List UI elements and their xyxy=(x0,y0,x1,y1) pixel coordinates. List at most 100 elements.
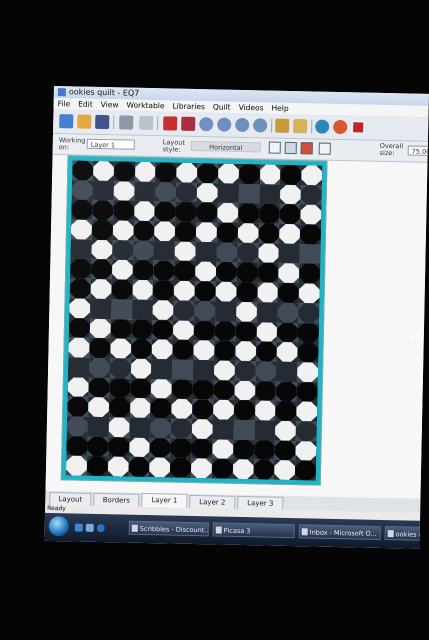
menu-quilt[interactable]: Quilt xyxy=(209,101,235,113)
quilt-block[interactable] xyxy=(216,262,237,282)
quilt-block[interactable] xyxy=(276,381,297,401)
quilt-block[interactable] xyxy=(297,342,318,362)
quilt-block[interactable] xyxy=(255,361,276,381)
quilt-block[interactable] xyxy=(70,279,91,299)
library-icon[interactable] xyxy=(293,119,308,134)
window-switch-icon[interactable] xyxy=(85,523,94,532)
sashing-icon[interactable] xyxy=(318,142,331,155)
quilt-block[interactable] xyxy=(233,420,254,440)
quilt-block[interactable] xyxy=(153,261,174,281)
quilt-block[interactable] xyxy=(238,184,259,204)
quilt-block[interactable] xyxy=(258,243,279,263)
menu-libraries[interactable]: Libraries xyxy=(168,100,209,112)
undo-icon[interactable] xyxy=(139,115,154,131)
quilt-block[interactable] xyxy=(237,223,258,243)
quilt-block[interactable] xyxy=(72,160,93,180)
quilt-block[interactable] xyxy=(109,397,130,417)
quilt-block[interactable] xyxy=(152,320,173,340)
quilt-block[interactable] xyxy=(215,282,236,302)
quilt-block[interactable] xyxy=(301,185,322,205)
quilt-block[interactable] xyxy=(129,418,150,438)
task-picasa[interactable]: Picasa 3 xyxy=(212,522,295,539)
quilt-block[interactable] xyxy=(153,280,174,300)
zoom-in-icon[interactable] xyxy=(199,117,214,132)
grid-icon[interactable] xyxy=(268,141,281,154)
quilt-block[interactable] xyxy=(215,301,236,321)
quilt-block[interactable] xyxy=(214,341,235,361)
quilt-block[interactable] xyxy=(93,161,114,181)
quilt-block[interactable] xyxy=(299,244,320,264)
quilt-block[interactable] xyxy=(235,341,256,361)
task-scribbles[interactable]: Scribbles - Discount... xyxy=(128,520,209,537)
zoom-fit-icon[interactable] xyxy=(235,117,250,133)
quilt-block[interactable] xyxy=(217,183,238,203)
quilt-block[interactable] xyxy=(152,300,173,320)
quilt-block[interactable] xyxy=(212,459,233,479)
fabric-icon[interactable] xyxy=(333,119,348,135)
zoom-out-icon[interactable] xyxy=(217,117,232,132)
quilt-block[interactable] xyxy=(107,457,128,477)
tab-layer-3[interactable]: Layer 3 xyxy=(237,495,284,510)
quilt-block[interactable] xyxy=(239,164,260,184)
quilt-block[interactable] xyxy=(69,298,90,318)
quilt-block[interactable] xyxy=(276,362,297,382)
quilt-block[interactable] xyxy=(216,242,237,262)
quilt-block[interactable] xyxy=(235,321,256,341)
quilt-block[interactable] xyxy=(238,203,259,223)
overall-size-field[interactable]: 75.00 xyxy=(407,145,429,156)
quilt-block[interactable] xyxy=(108,417,129,437)
quilt-block[interactable] xyxy=(195,281,216,301)
quilt-block[interactable] xyxy=(130,398,151,418)
quilt-block[interactable] xyxy=(300,224,321,244)
quilt-block[interactable] xyxy=(111,299,132,319)
quilt-block[interactable] xyxy=(112,240,133,260)
quilt-block[interactable] xyxy=(215,321,236,341)
quilt-block[interactable] xyxy=(67,397,88,417)
quilt-block[interactable] xyxy=(92,181,113,201)
menu-file[interactable]: File xyxy=(54,98,75,109)
quilt-block[interactable] xyxy=(87,417,108,437)
quilt-block[interactable] xyxy=(90,318,111,338)
quilt-block[interactable] xyxy=(274,460,295,480)
quilt-block[interactable] xyxy=(192,419,213,439)
quilt-block[interactable] xyxy=(172,340,193,360)
layout-style-select[interactable]: Horizontal xyxy=(190,140,261,153)
quilt-block[interactable] xyxy=(218,163,239,183)
quilt-block[interactable] xyxy=(254,440,275,460)
quilt-block[interactable] xyxy=(66,436,87,456)
quilt-block[interactable] xyxy=(197,163,218,183)
quilt-block[interactable] xyxy=(213,400,234,420)
quilt-block[interactable] xyxy=(91,240,112,260)
quilt-block[interactable] xyxy=(72,180,93,200)
quilt-block[interactable] xyxy=(91,259,112,279)
menu-edit[interactable]: Edit xyxy=(74,98,97,109)
quilt-block[interactable] xyxy=(194,301,215,321)
quilt-block[interactable] xyxy=(300,205,321,225)
quilt-block[interactable] xyxy=(259,184,280,204)
quilt-block[interactable] xyxy=(298,303,319,323)
quilt-block[interactable] xyxy=(111,279,132,299)
quilt-block[interactable] xyxy=(277,342,298,362)
quilt-block[interactable] xyxy=(176,163,197,183)
working-on-select[interactable]: Layer 1 xyxy=(86,138,135,150)
quilt-block[interactable] xyxy=(259,164,280,184)
menu-help[interactable]: Help xyxy=(267,102,292,114)
quilt-block[interactable] xyxy=(131,339,152,359)
quilt-block[interactable] xyxy=(279,204,300,224)
quilt-block[interactable] xyxy=(257,302,278,322)
quilt-block[interactable] xyxy=(170,438,191,458)
tab-layer-1[interactable]: Layer 1 xyxy=(141,492,188,508)
quilt-block[interactable] xyxy=(237,262,258,282)
quilt-block[interactable] xyxy=(151,379,172,399)
quilt-block[interactable] xyxy=(172,359,193,379)
quilt-block[interactable] xyxy=(132,280,153,300)
quilt-block[interactable] xyxy=(88,397,109,417)
quilt-block[interactable] xyxy=(112,220,133,240)
quilt-block[interactable] xyxy=(301,165,322,185)
quilt-block[interactable] xyxy=(191,458,212,478)
quilt-block[interactable] xyxy=(217,203,238,223)
quilt-block[interactable] xyxy=(134,181,155,201)
layout-icon[interactable] xyxy=(163,116,178,131)
quilt-block[interactable] xyxy=(108,437,129,457)
quilt-block[interactable] xyxy=(275,401,296,421)
